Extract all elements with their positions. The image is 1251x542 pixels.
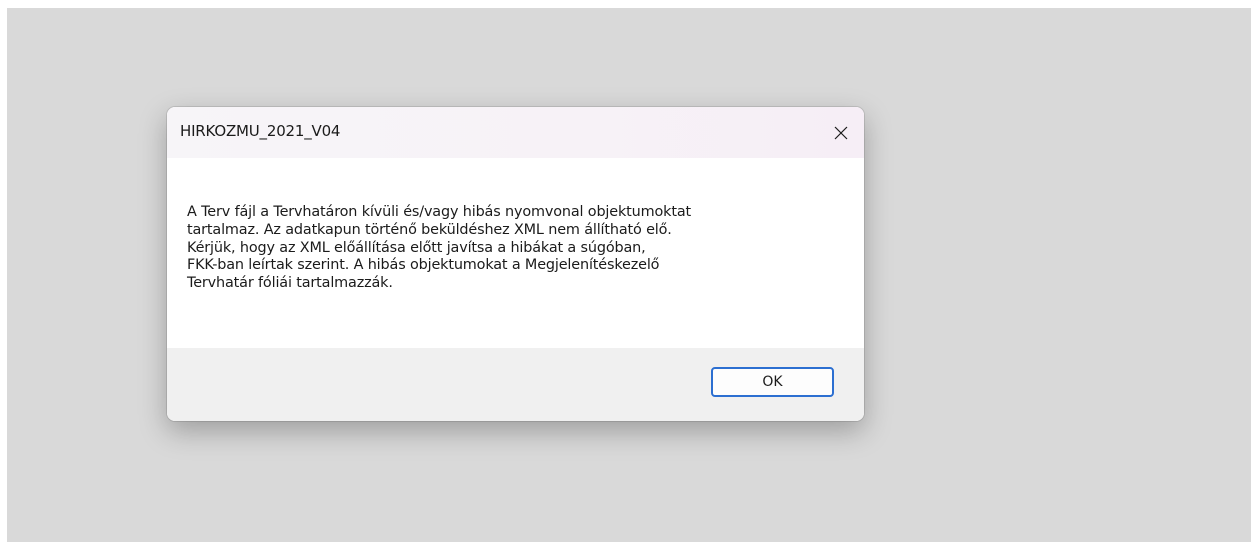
- dialog-message: A Terv fájl a Tervhatáron kívüli és/vagy…: [187, 204, 691, 292]
- dialog-content: A Terv fájl a Tervhatáron kívüli és/vagy…: [167, 158, 864, 348]
- close-icon: [834, 126, 848, 139]
- dialog-titlebar: HIRKOZMU_2021_V04: [167, 107, 864, 158]
- message-dialog: HIRKOZMU_2021_V04 A Terv fájl a Tervhatá…: [167, 107, 864, 421]
- dialog-title: HIRKOZMU_2021_V04: [180, 122, 341, 140]
- dialog-footer: OK: [167, 348, 864, 421]
- ok-button[interactable]: OK: [711, 367, 834, 397]
- close-button[interactable]: [818, 107, 864, 158]
